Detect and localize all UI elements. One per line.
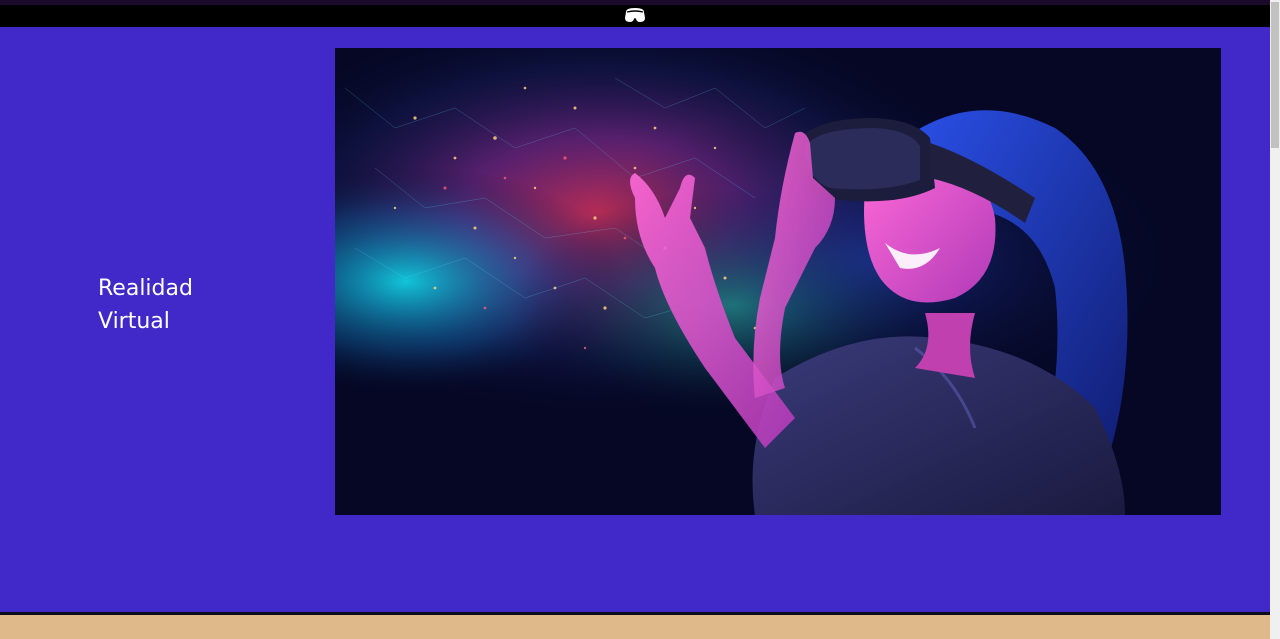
hero-image bbox=[335, 48, 1221, 515]
scrollbar-thumb[interactable] bbox=[1271, 2, 1279, 148]
vr-headset-icon[interactable] bbox=[623, 7, 647, 23]
top-bar bbox=[0, 0, 1270, 27]
page-title: Realidad Virtual bbox=[98, 272, 238, 338]
vr-woman-headset-illustration bbox=[335, 48, 1221, 515]
title-line-1: Realidad bbox=[98, 276, 193, 301]
title-line-2: Virtual bbox=[98, 309, 170, 334]
footer bbox=[0, 615, 1270, 639]
